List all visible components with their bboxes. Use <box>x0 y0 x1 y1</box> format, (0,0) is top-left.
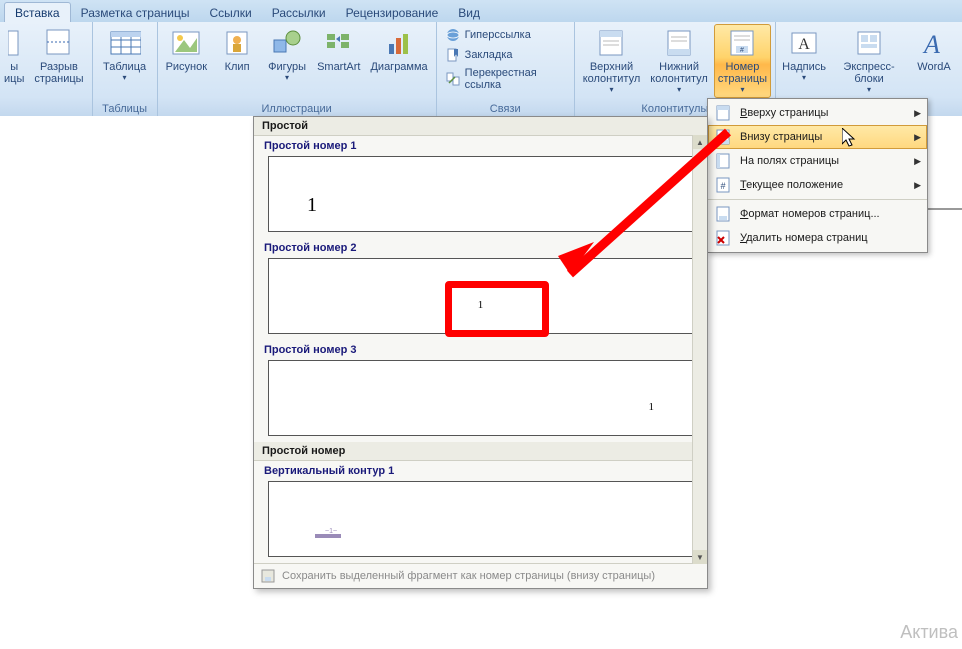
picture-icon <box>170 27 202 59</box>
quickparts-icon <box>853 27 885 59</box>
menu-current-position[interactable]: # Текущее положение ▶ <box>708 173 927 197</box>
smartart-button[interactable]: SmartArt <box>313 24 364 76</box>
svg-text:#: # <box>720 181 725 191</box>
quickparts-button[interactable]: Экспресс-блоки ▾ <box>830 24 908 98</box>
gallery-item-3-label: Простой номер 3 <box>254 340 707 360</box>
svg-text:A: A <box>798 36 810 53</box>
tab-view[interactable]: Вид <box>448 3 490 22</box>
svg-text:~1~: ~1~ <box>325 528 337 535</box>
gallery-category-simple-number: Простой номер <box>254 442 707 461</box>
gallery-item-2-label: Простой номер 2 <box>254 238 707 258</box>
gallery-item-4[interactable]: ~1~ <box>268 481 693 557</box>
smartart-icon <box>323 27 355 59</box>
gallery-item-1-label: Простой номер 1 <box>254 136 707 156</box>
table-button[interactable]: Таблица ▾ <box>97 24 153 86</box>
wordart-icon: A <box>918 27 950 59</box>
bookmark-button[interactable]: Закладка <box>441 46 570 64</box>
menu-format-page-numbers[interactable]: Формат номеров страниц... <box>708 199 927 226</box>
gallery-item-4-label: Вертикальный контур 1 <box>254 461 707 481</box>
page-margins-icon <box>714 152 732 170</box>
wordart-button[interactable]: A WordA <box>910 24 958 76</box>
page-number-icon: # <box>726 27 758 59</box>
page-number-button[interactable]: # Номер страницы ▾ <box>714 24 771 98</box>
scroll-down-icon[interactable]: ▼ <box>693 550 707 564</box>
ribbon-tabs: Вставка Разметка страницы Ссылки Рассылк… <box>0 0 962 22</box>
hyperlink-icon <box>445 27 461 43</box>
chart-icon <box>383 27 415 59</box>
clip-button[interactable]: Клип <box>213 24 261 76</box>
dropdown-arrow-icon: ▾ <box>123 74 127 83</box>
activation-watermark: Актива <box>900 622 958 643</box>
scroll-up-icon[interactable]: ▲ <box>693 135 707 149</box>
group-label-pages <box>0 102 88 116</box>
gallery-item-3[interactable]: 1 <box>268 360 693 436</box>
textbox-icon: A <box>788 27 820 59</box>
chevron-right-icon: ▶ <box>914 156 921 167</box>
tab-mailings[interactable]: Рассылки <box>262 3 336 22</box>
gallery-save-selection[interactable]: Сохранить выделенный фрагмент как номер … <box>254 563 707 588</box>
tab-insert[interactable]: Вставка <box>4 2 71 22</box>
page-current-icon: # <box>714 176 732 194</box>
page-bottom-icon <box>714 128 732 146</box>
svg-text:A: A <box>922 30 940 58</box>
chevron-right-icon: ▶ <box>914 108 921 119</box>
group-label-illustrations: Иллюстрации <box>162 102 432 116</box>
header-icon <box>595 27 627 59</box>
page-number-menu: Вверху страницы ▶ Внизу страницы ▶ На по… <box>707 98 928 253</box>
gallery-item-1[interactable]: 1 <box>268 156 693 232</box>
tab-references[interactable]: Ссылки <box>199 3 261 22</box>
footer-icon <box>663 27 695 59</box>
crossref-button[interactable]: Перекрестная ссылка <box>441 66 570 92</box>
format-icon <box>714 205 732 223</box>
delete-icon <box>714 229 732 247</box>
page-break-button[interactable]: Разрыв страницы <box>30 24 87 88</box>
group-label-tables: Таблицы <box>97 102 153 116</box>
gallery-category-simple: Простой <box>254 117 707 136</box>
table-icon <box>109 27 141 59</box>
chart-button[interactable]: Диаграмма <box>366 24 431 76</box>
page-break-icon <box>43 27 75 59</box>
footer-button[interactable]: Нижний колонтитул ▾ <box>646 24 712 98</box>
picture-button[interactable]: Рисунок <box>162 24 212 76</box>
page-top-icon <box>714 104 732 122</box>
menu-bottom-of-page[interactable]: Внизу страницы ▶ <box>708 125 927 149</box>
group-label-links: Связи <box>441 102 570 116</box>
gallery-scrollbar[interactable]: ▲ ▼ <box>692 135 707 564</box>
shapes-button[interactable]: Фигуры ▾ <box>263 24 311 86</box>
crossref-icon <box>445 71 461 87</box>
menu-top-of-page[interactable]: Вверху страницы ▶ <box>708 101 927 125</box>
menu-page-margins[interactable]: На полях страницы ▶ <box>708 149 927 173</box>
tab-page-layout[interactable]: Разметка страницы <box>71 3 200 22</box>
hyperlink-button[interactable]: Гиперссылка <box>441 26 570 44</box>
save-selection-icon <box>260 568 276 584</box>
textbox-button[interactable]: A Надпись ▾ <box>780 24 828 86</box>
chevron-right-icon: ▶ <box>914 132 921 143</box>
tab-review[interactable]: Рецензирование <box>336 3 449 22</box>
svg-text:#: # <box>741 47 745 54</box>
chevron-right-icon: ▶ <box>914 180 921 191</box>
cover-page-button[interactable]: ы ицы <box>0 24 28 88</box>
page-number-gallery: Простой Простой номер 1 1 Простой номер … <box>253 116 708 589</box>
gallery-item-2[interactable]: 1 <box>268 258 693 334</box>
menu-remove-page-numbers[interactable]: Удалить номера страниц <box>708 226 927 250</box>
clip-icon <box>221 27 253 59</box>
bookmark-icon <box>445 47 461 63</box>
menu-bottom-label: Внизу страницы <box>740 131 822 143</box>
shapes-icon <box>271 27 303 59</box>
header-button[interactable]: Верхний колонтитул ▾ <box>579 24 645 98</box>
